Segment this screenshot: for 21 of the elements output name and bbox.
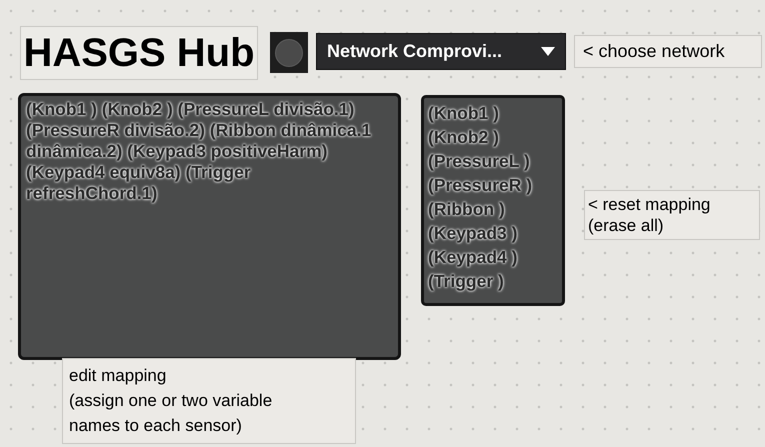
sensor-entry: (Knob2 ) [428, 126, 500, 149]
comment-line: (erase all) [588, 215, 665, 236]
title-label: HASGS Hub [20, 26, 258, 80]
comment-line: names to each sensor) [69, 415, 243, 437]
toggle-button[interactable] [270, 32, 308, 73]
sensor-entry: (Knob1 ) [428, 102, 500, 125]
mapping-editor[interactable]: (Knob1 ) (Knob2 ) (PressureL divisão.1) (PressureR divisão.2) (Ribbon dinâmica.1 dinâmica.2) (Keypad3 positiveHarm) (Keypad4 equiv8a) (Trigger refreshChord.1) [18, 93, 401, 360]
sensor-entry: (Trigger ) [428, 270, 505, 293]
comment-line: edit mapping [69, 365, 168, 387]
sensor-entry: (Ribbon ) [428, 198, 506, 221]
sensor-entry: (PressureL ) [428, 150, 531, 173]
sensor-entry: (Keypad3 ) [428, 222, 518, 245]
network-dropdown[interactable]: Network Comprovi... [316, 33, 566, 70]
mapping-text: (Knob1 ) (Knob2 ) (PressureL divisão.1) (PressureR divisão.2) (Ribbon dinâmica.1 dinâmica.2) (Keypad3 positiveHarm) (Keypad4 equiv8a) (Trigger refreshChord.1) [26, 99, 372, 204]
comment-line: < reset mapping [588, 194, 712, 215]
reset-list-box[interactable]: (Knob1 ) (Knob2 ) (PressureL ) (PressureR ) (Ribbon ) (Keypad3 ) (Keypad4 ) (Trigger ) [421, 95, 565, 306]
comment-line: (assign one or two variable [69, 390, 274, 412]
caret-icon [541, 47, 555, 56]
sensor-entry: (PressureR ) [428, 174, 534, 197]
sensor-entry: (Keypad4 ) [428, 246, 518, 269]
choose-network-comment: < choose network [574, 35, 762, 68]
